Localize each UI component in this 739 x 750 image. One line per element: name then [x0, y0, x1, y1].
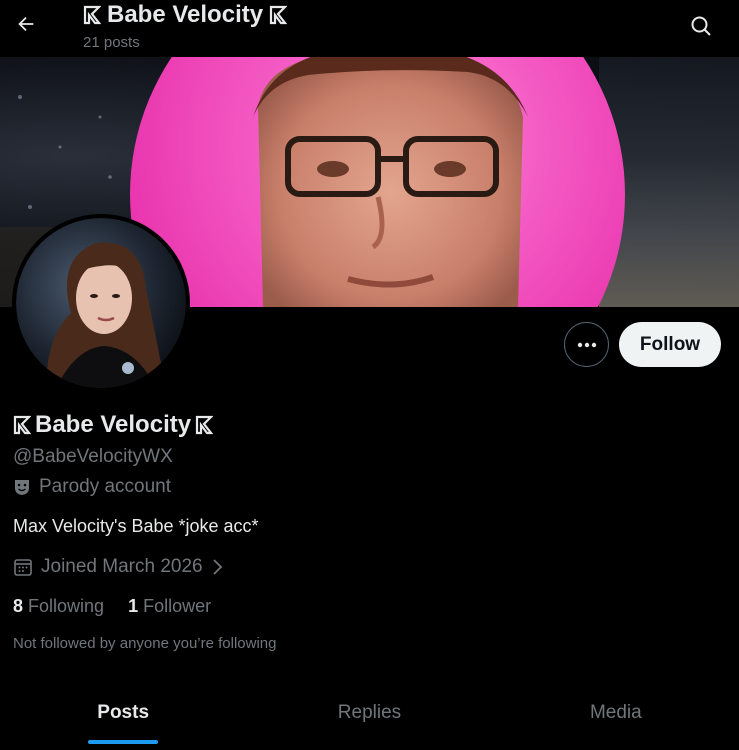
following-label: Following: [28, 596, 105, 616]
joined-date-text: Joined March 2026: [41, 556, 203, 577]
followers-label: Follower: [143, 596, 212, 616]
profile-handle: @BabeVelocityWX: [13, 446, 173, 467]
followers-count: 1: [128, 596, 139, 616]
banner-face-image: [253, 57, 528, 307]
k-logo-icon: [269, 5, 288, 25]
tab-media[interactable]: Media: [493, 686, 739, 750]
avatar-image: [16, 218, 186, 388]
ellipsis-icon: [577, 342, 596, 347]
tab-posts-label: Posts: [97, 702, 150, 723]
header-title-group: Babe Velocity: [83, 0, 288, 30]
tab-media-label: Media: [589, 702, 642, 723]
k-logo-icon: [13, 415, 31, 435]
parody-mask-icon: [15, 480, 29, 495]
tab-replies[interactable]: Replies: [246, 686, 492, 750]
k-logo-icon: [195, 415, 214, 435]
joined-date[interactable]: Joined March 2026: [13, 556, 223, 578]
tab-replies-label: Replies: [337, 702, 402, 723]
post-count: 21 posts: [83, 34, 140, 51]
following-count: 8: [13, 596, 24, 616]
more-options-button[interactable]: [564, 322, 609, 367]
active-tab-indicator: [88, 740, 159, 744]
not-followed-notice: Not followed by anyone you’re following: [13, 635, 277, 652]
parody-label-text: Parody account: [39, 476, 172, 497]
profile-bio: Max Velocity's Babe *joke acc*: [13, 516, 259, 536]
calendar-icon: [14, 559, 32, 576]
profile-page: Babe Velocity 21 posts Follow Babe Veloc…: [0, 0, 739, 750]
display-name-text: Babe Velocity: [35, 411, 192, 438]
header-title: Babe Velocity: [107, 1, 264, 28]
arrow-left-icon: [18, 16, 34, 32]
k-logo-icon: [83, 5, 101, 25]
parody-label: Parody account: [13, 476, 171, 498]
search-icon: [691, 16, 711, 36]
avatar[interactable]: [12, 214, 190, 392]
followers-link[interactable]: 1 Follower: [128, 596, 211, 617]
top-bar: Babe Velocity 21 posts: [0, 0, 739, 57]
back-button[interactable]: [8, 6, 44, 42]
tab-posts[interactable]: Posts: [0, 686, 246, 750]
chevron-right-icon: [212, 559, 222, 575]
follow-button[interactable]: Follow: [619, 322, 721, 367]
profile-tabs: Posts Replies Media: [0, 686, 739, 750]
search-button[interactable]: [683, 8, 719, 44]
follow-stats: 8 Following 1 Follower: [13, 596, 211, 617]
profile-display-name: Babe Velocity: [13, 411, 214, 439]
following-link[interactable]: 8 Following: [13, 596, 104, 617]
